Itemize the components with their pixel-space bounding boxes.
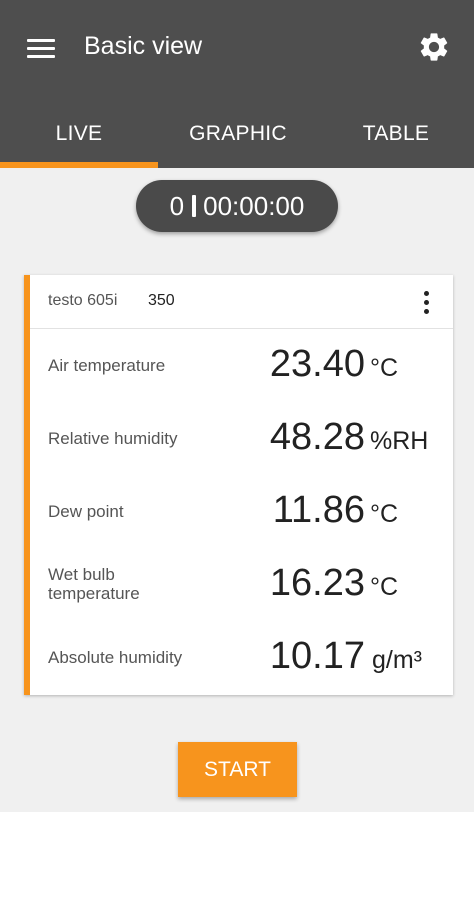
measurement-label: Dew point — [48, 502, 124, 521]
active-tab-indicator — [0, 162, 158, 168]
bottom-panel — [0, 812, 474, 918]
measurement-timer: 0 00:00:00 — [136, 180, 338, 232]
measurement-row: Absolute humidity 10.17 g/m³ — [30, 621, 453, 694]
device-name: testo 605i — [48, 292, 118, 309]
timer-count: 0 — [169, 190, 185, 221]
measurement-unit: g/m³ — [372, 646, 422, 674]
measurement-label: Absolute humidity — [48, 648, 183, 667]
measurement-value: 48.28 — [269, 416, 365, 458]
tab-live[interactable]: LIVE — [0, 100, 158, 168]
view-tabs: LIVE GRAPHIC TABLE — [0, 100, 474, 168]
tab-table[interactable]: TABLE — [318, 100, 474, 168]
tab-graphic[interactable]: GRAPHIC — [158, 100, 318, 168]
device-card-header: testo 605i 350 — [30, 275, 453, 329]
more-options-icon[interactable] — [419, 289, 435, 317]
measurement-value: 16.23 — [269, 562, 365, 604]
measurement-row: Wet bulb temperature 16.23 °C — [30, 548, 453, 621]
start-button[interactable]: START — [178, 742, 297, 797]
measurement-unit: °C — [370, 500, 399, 528]
measurement-value: 11.86 — [272, 489, 365, 531]
measurement-label: Relative humidity — [48, 429, 178, 448]
measurement-label: Air temperature — [48, 356, 166, 375]
measurement-label: Wet bulb temperature — [48, 565, 140, 603]
gear-icon[interactable] — [417, 30, 451, 64]
timer-separator — [192, 195, 197, 217]
hamburger-menu-icon[interactable] — [27, 39, 55, 59]
device-serial: 350 — [148, 292, 175, 309]
measurement-value: 10.17 — [269, 635, 365, 677]
measurement-value: 23.40 — [269, 343, 365, 385]
measurement-unit: %RH — [370, 427, 429, 455]
measurement-unit: °C — [370, 354, 399, 382]
page-title: Basic view — [84, 32, 203, 60]
app-header: Basic view LIVE GRAPHIC TABLE — [0, 0, 474, 168]
measurement-row: Air temperature 23.40 °C — [30, 329, 453, 402]
measurement-row: Dew point 11.86 °C — [30, 475, 453, 548]
timer-elapsed: 00:00:00 — [203, 190, 305, 221]
measurement-row: Relative humidity 48.28 %RH — [30, 402, 453, 475]
device-card: testo 605i 350 Air temperature 23.40 °C … — [24, 275, 453, 695]
measurement-unit: °C — [370, 573, 399, 601]
